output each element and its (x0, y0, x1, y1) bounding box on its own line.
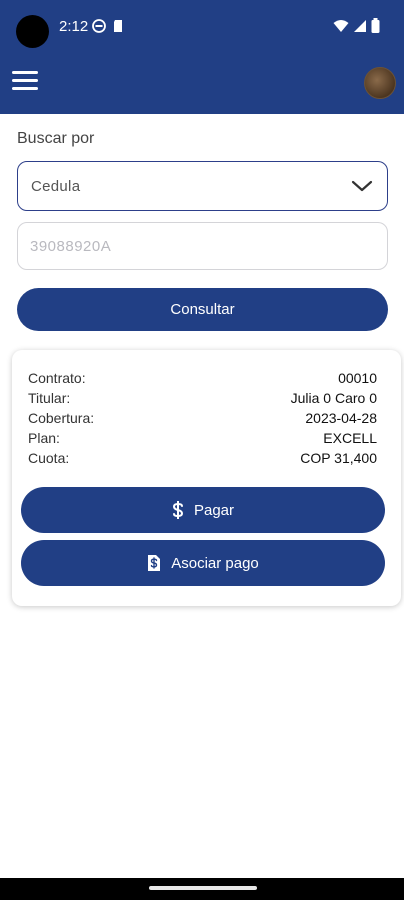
document-type-select[interactable]: Cedula (17, 161, 388, 211)
app-bar (0, 52, 404, 114)
camera-cutout (16, 15, 49, 48)
status-system-icons (333, 18, 380, 33)
battery-icon (371, 18, 380, 33)
plan-label: Plan: (28, 430, 60, 446)
pay-button-label: Pagar (193, 501, 235, 519)
home-gesture-bar[interactable] (149, 886, 257, 890)
pay-button[interactable]: Pagar (21, 487, 385, 533)
associate-payment-label: Asociar pago (171, 554, 259, 572)
contract-result-card: Contrato: 00010 Titular: Julia 0 Caro 0 … (12, 350, 401, 606)
sim-card-icon (114, 20, 122, 32)
holder-label: Titular: (28, 390, 71, 406)
wifi-icon (333, 19, 349, 32)
do-not-disturb-icon (92, 19, 106, 33)
coverage-label: Cobertura: (28, 410, 95, 426)
plan-value: EXCELL (323, 430, 377, 446)
user-avatar[interactable] (364, 67, 396, 99)
fee-row: Cuota: COP 31,400 (28, 450, 377, 470)
contract-label: Contrato: (28, 370, 86, 386)
associate-payment-button[interactable]: Asociar pago (21, 540, 385, 586)
coverage-value: 2023-04-28 (305, 410, 377, 426)
document-number-input[interactable] (17, 222, 388, 270)
chevron-down-icon (351, 180, 373, 192)
fee-value: COP 31,400 (300, 450, 377, 466)
system-nav-bar (0, 878, 404, 900)
plan-row: Plan: EXCELL (28, 430, 377, 450)
coverage-row: Cobertura: 2023-04-28 (28, 410, 377, 430)
invoice-document-icon (147, 554, 161, 572)
status-time: 2:12 (59, 18, 89, 35)
contract-value: 00010 (338, 370, 377, 386)
document-type-value: Cedula (31, 177, 81, 195)
dollar-icon (172, 501, 184, 519)
consult-button[interactable]: Consultar (17, 288, 388, 331)
contract-row: Contrato: 00010 (28, 370, 377, 390)
search-by-label: Buscar por (17, 130, 95, 147)
status-notification-icons (92, 19, 124, 33)
fee-label: Cuota: (28, 450, 70, 466)
holder-value: Julia 0 Caro 0 (290, 390, 377, 406)
holder-row: Titular: Julia 0 Caro 0 (28, 390, 377, 410)
signal-icon (354, 19, 366, 32)
hamburger-menu-icon[interactable] (12, 71, 38, 93)
status-bar: 2:12 (0, 0, 404, 52)
